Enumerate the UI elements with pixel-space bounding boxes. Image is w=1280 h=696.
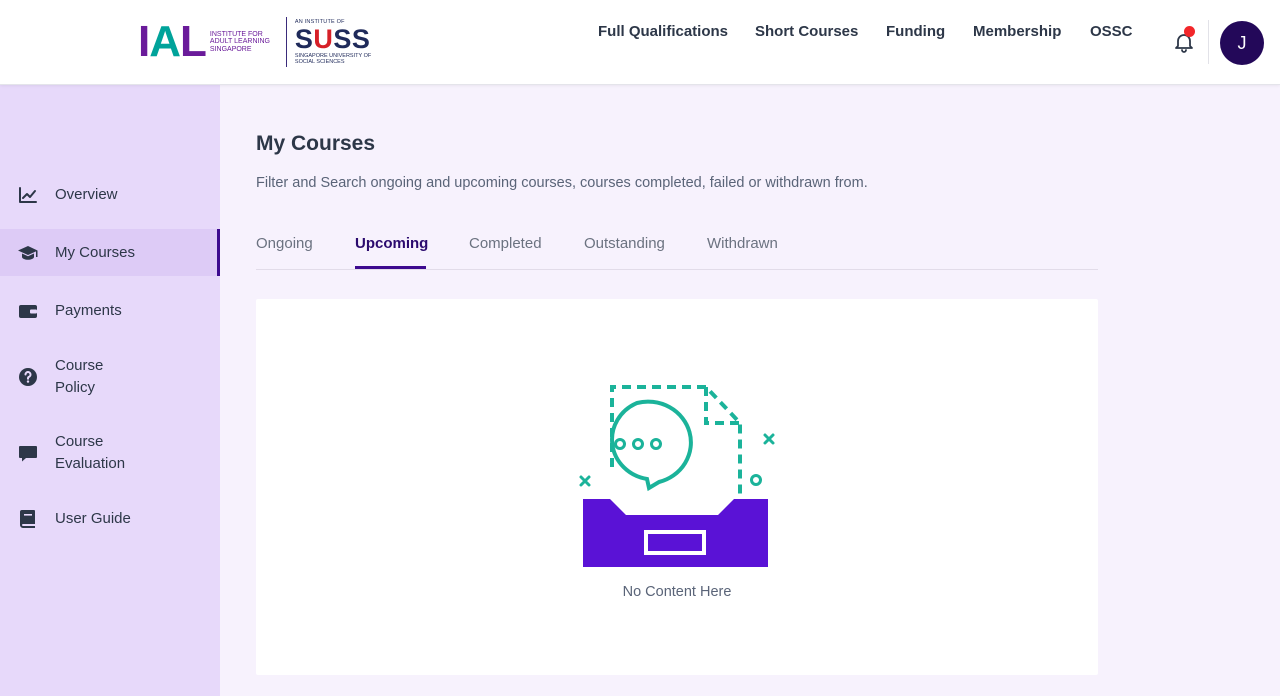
- graduation-cap-icon: [18, 245, 38, 260]
- course-tabs: Ongoing Upcoming Completed Outstanding W…: [256, 232, 1098, 270]
- header-separator: [1208, 20, 1209, 64]
- tab-completed[interactable]: Completed: [469, 232, 542, 256]
- nav-funding[interactable]: Funding: [886, 22, 945, 42]
- book-icon: [20, 510, 35, 528]
- page-description: Filter and Search ongoing and upcoming c…: [256, 175, 868, 191]
- comment-icon: [19, 446, 37, 462]
- notification-dot: [1184, 26, 1195, 37]
- sidebar-item-overview[interactable]: Overview: [0, 173, 220, 217]
- ial-logo-mark: IAL: [138, 17, 207, 66]
- empty-inbox-icon: [579, 385, 775, 567]
- question-circle-icon: [19, 368, 37, 386]
- sidebar: Overview My Courses Payments Course Poli…: [0, 85, 220, 696]
- line-chart-icon: [19, 187, 37, 203]
- tab-withdrawn[interactable]: Withdrawn: [707, 232, 778, 256]
- suss-logo-word: SUSS: [294, 24, 371, 54]
- sidebar-item-my-courses[interactable]: My Courses: [0, 229, 220, 276]
- sidebar-item-payments[interactable]: Payments: [0, 289, 220, 333]
- user-avatar[interactable]: J: [1220, 21, 1264, 65]
- sidebar-item-user-guide[interactable]: User Guide: [0, 497, 220, 541]
- wallet-icon: [19, 305, 37, 318]
- tab-ongoing[interactable]: Ongoing: [256, 232, 313, 256]
- sidebar-item-course-evaluation[interactable]: Course Evaluation: [0, 421, 220, 485]
- tab-outstanding[interactable]: Outstanding: [584, 232, 665, 256]
- top-header: IAL Institute for Adult Learning Singapo…: [0, 0, 1280, 85]
- tab-upcoming[interactable]: Upcoming: [355, 232, 428, 256]
- sidebar-item-course-policy[interactable]: Course Policy: [0, 345, 220, 409]
- sidebar-item-label: Course Policy: [55, 357, 104, 396]
- sidebar-item-label: User Guide: [55, 510, 131, 527]
- sidebar-item-label: My Courses: [55, 243, 136, 261]
- sidebar-item-label: Overview: [55, 186, 118, 203]
- page-title: My Courses: [256, 132, 376, 155]
- logo-divider: [285, 17, 287, 67]
- courses-panel: No Content Here: [256, 299, 1098, 675]
- active-tab-indicator: [355, 266, 426, 269]
- suss-logo-bottom: Singapore University of Social Sciences: [294, 53, 372, 65]
- nav-ossc[interactable]: OSSC: [1090, 22, 1133, 42]
- suss-logo: An Institute of SUSS Singapore Universit…: [295, 19, 375, 65]
- ial-logo-subtitle: Institute for Adult Learning Singapore: [209, 30, 270, 53]
- sidebar-item-label: Payments: [55, 302, 122, 319]
- nav-short-courses[interactable]: Short Courses: [755, 22, 858, 42]
- ial-suss-logo[interactable]: IAL Institute for Adult Learning Singapo…: [138, 15, 384, 69]
- nav-membership[interactable]: Membership: [973, 22, 1061, 42]
- empty-state-text: No Content Here: [622, 584, 732, 600]
- sidebar-item-label: Course Evaluation: [55, 433, 126, 472]
- nav-full-qualifications[interactable]: Full Qualifications: [598, 22, 728, 42]
